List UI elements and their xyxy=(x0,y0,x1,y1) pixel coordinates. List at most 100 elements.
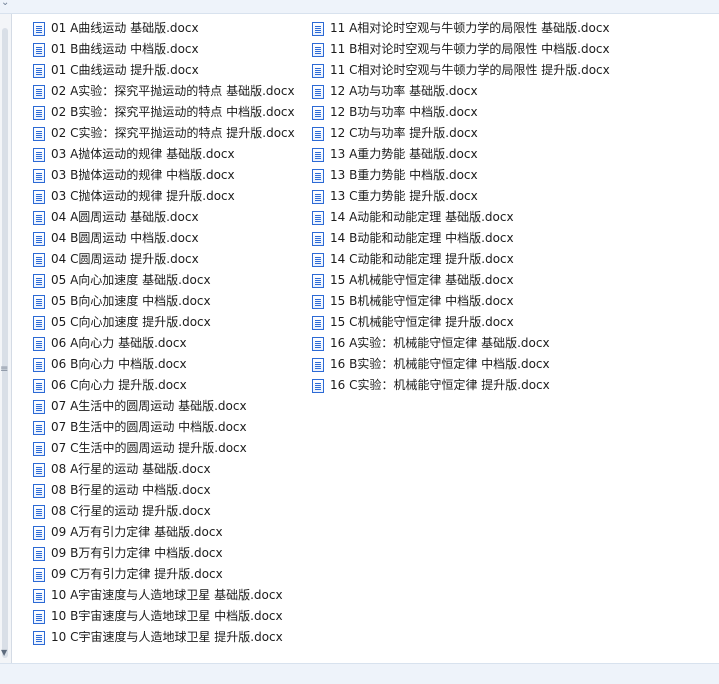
word-document-icon xyxy=(33,63,45,78)
file-name-label: 16 A实验：机械能守恒定律 基础版.docx xyxy=(330,336,550,350)
file-item[interactable]: 16 B实验：机械能守恒定律 中档版.docx xyxy=(312,354,610,375)
file-item[interactable]: 07 A生活中的圆周运动 基础版.docx xyxy=(33,396,295,417)
file-item[interactable]: 11 A相对论时空观与牛顿力学的局限性 基础版.docx xyxy=(312,18,610,39)
file-item[interactable]: 04 A圆周运动 基础版.docx xyxy=(33,207,295,228)
file-name-label: 15 A机械能守恒定律 基础版.docx xyxy=(330,273,514,287)
word-document-icon xyxy=(33,84,45,99)
file-item[interactable]: 01 A曲线运动 基础版.docx xyxy=(33,18,295,39)
file-name-label: 12 A功与功率 基础版.docx xyxy=(330,84,478,98)
scrollbar-thumb[interactable] xyxy=(2,28,8,658)
scroll-down-icon[interactable]: ▼ xyxy=(1,648,7,657)
file-name-label: 09 B万有引力定律 中档版.docx xyxy=(51,546,223,560)
file-name-label: 06 B向心力 中档版.docx xyxy=(51,357,187,371)
file-name-label: 10 C宇宙速度与人造地球卫星 提升版.docx xyxy=(51,630,283,644)
file-item[interactable]: 02 C实验：探究平抛运动的特点 提升版.docx xyxy=(33,123,295,144)
file-item[interactable]: 13 C重力势能 提升版.docx xyxy=(312,186,610,207)
word-document-icon xyxy=(312,273,324,288)
file-name-label: 03 A抛体运动的规律 基础版.docx xyxy=(51,147,235,161)
word-document-icon xyxy=(33,105,45,120)
file-item[interactable]: 05 A向心加速度 基础版.docx xyxy=(33,270,295,291)
file-item[interactable]: 15 C机械能守恒定律 提升版.docx xyxy=(312,312,610,333)
file-item[interactable]: 03 B抛体运动的规律 中档版.docx xyxy=(33,165,295,186)
file-name-label: 10 B宇宙速度与人造地球卫星 中档版.docx xyxy=(51,609,283,623)
file-item[interactable]: 14 B动能和动能定理 中档版.docx xyxy=(312,228,610,249)
file-item[interactable]: 13 A重力势能 基础版.docx xyxy=(312,144,610,165)
file-item[interactable]: 06 B向心力 中档版.docx xyxy=(33,354,295,375)
file-name-label: 13 B重力势能 中档版.docx xyxy=(330,168,478,182)
status-bar xyxy=(0,663,719,684)
word-document-icon xyxy=(33,273,45,288)
file-name-label: 06 A向心力 基础版.docx xyxy=(51,336,187,350)
file-name-label: 04 A圆周运动 基础版.docx xyxy=(51,210,199,224)
file-item[interactable]: 10 C宇宙速度与人造地球卫星 提升版.docx xyxy=(33,627,295,648)
file-name-label: 14 C动能和动能定理 提升版.docx xyxy=(330,252,514,266)
file-item[interactable]: 10 A宇宙速度与人造地球卫星 基础版.docx xyxy=(33,585,295,606)
file-item[interactable]: 02 B实验：探究平抛运动的特点 中档版.docx xyxy=(33,102,295,123)
file-item[interactable]: 15 B机械能守恒定律 中档版.docx xyxy=(312,291,610,312)
file-item[interactable]: 09 C万有引力定律 提升版.docx xyxy=(33,564,295,585)
file-item[interactable]: 03 C抛体运动的规律 提升版.docx xyxy=(33,186,295,207)
file-name-label: 01 C曲线运动 提升版.docx xyxy=(51,63,199,77)
file-item[interactable]: 15 A机械能守恒定律 基础版.docx xyxy=(312,270,610,291)
file-item[interactable]: 01 C曲线运动 提升版.docx xyxy=(33,60,295,81)
word-document-icon xyxy=(312,357,324,372)
file-item[interactable]: 12 B功与功率 中档版.docx xyxy=(312,102,610,123)
file-name-label: 16 C实验：机械能守恒定律 提升版.docx xyxy=(330,378,550,392)
file-item[interactable]: 13 B重力势能 中档版.docx xyxy=(312,165,610,186)
file-name-label: 14 B动能和动能定理 中档版.docx xyxy=(330,231,514,245)
file-item[interactable]: 04 B圆周运动 中档版.docx xyxy=(33,228,295,249)
word-document-icon xyxy=(312,105,324,120)
file-item[interactable]: 14 C动能和动能定理 提升版.docx xyxy=(312,249,610,270)
file-item[interactable]: 03 A抛体运动的规律 基础版.docx xyxy=(33,144,295,165)
file-item[interactable]: 01 B曲线运动 中档版.docx xyxy=(33,39,295,60)
word-document-icon xyxy=(312,294,324,309)
file-name-label: 04 C圆周运动 提升版.docx xyxy=(51,252,199,266)
file-item[interactable]: 16 A实验：机械能守恒定律 基础版.docx xyxy=(312,333,610,354)
file-item[interactable]: 08 C行星的运动 提升版.docx xyxy=(33,501,295,522)
file-name-label: 07 C生活中的圆周运动 提升版.docx xyxy=(51,441,247,455)
file-item[interactable]: 09 B万有引力定律 中档版.docx xyxy=(33,543,295,564)
file-item[interactable]: 12 C功与功率 提升版.docx xyxy=(312,123,610,144)
chevron-down-icon[interactable]: ⌄ xyxy=(1,0,9,8)
word-document-icon xyxy=(33,189,45,204)
file-name-label: 12 B功与功率 中档版.docx xyxy=(330,105,478,119)
word-document-icon xyxy=(312,336,324,351)
vertical-scrollbar[interactable]: ▼ xyxy=(0,14,12,663)
word-document-icon xyxy=(33,42,45,57)
file-item[interactable]: 05 C向心加速度 提升版.docx xyxy=(33,312,295,333)
file-item[interactable]: 06 C向心力 提升版.docx xyxy=(33,375,295,396)
file-item[interactable]: 11 C相对论时空观与牛顿力学的局限性 提升版.docx xyxy=(312,60,610,81)
file-item[interactable]: 09 A万有引力定律 基础版.docx xyxy=(33,522,295,543)
file-item[interactable]: 07 C生活中的圆周运动 提升版.docx xyxy=(33,438,295,459)
file-name-label: 11 B相对论时空观与牛顿力学的局限性 中档版.docx xyxy=(330,42,610,56)
word-document-icon xyxy=(312,126,324,141)
file-item[interactable]: 04 C圆周运动 提升版.docx xyxy=(33,249,295,270)
word-document-icon xyxy=(312,189,324,204)
file-item[interactable]: 16 C实验：机械能守恒定律 提升版.docx xyxy=(312,375,610,396)
file-item[interactable]: 02 A实验：探究平抛运动的特点 基础版.docx xyxy=(33,81,295,102)
word-document-icon xyxy=(312,147,324,162)
file-item[interactable]: 10 B宇宙速度与人造地球卫星 中档版.docx xyxy=(33,606,295,627)
file-item[interactable]: 07 B生活中的圆周运动 中档版.docx xyxy=(33,417,295,438)
file-name-label: 08 B行星的运动 中档版.docx xyxy=(51,483,211,497)
file-name-label: 13 A重力势能 基础版.docx xyxy=(330,147,478,161)
file-name-label: 11 C相对论时空观与牛顿力学的局限性 提升版.docx xyxy=(330,63,610,77)
word-document-icon xyxy=(33,630,45,645)
word-document-icon xyxy=(312,42,324,57)
file-item[interactable]: 11 B相对论时空观与牛顿力学的局限性 中档版.docx xyxy=(312,39,610,60)
file-item[interactable]: 06 A向心力 基础版.docx xyxy=(33,333,295,354)
file-name-label: 06 C向心力 提升版.docx xyxy=(51,378,187,392)
file-item[interactable]: 08 B行星的运动 中档版.docx xyxy=(33,480,295,501)
top-toolbar-strip: ⌄ xyxy=(0,0,719,14)
file-item[interactable]: 05 B向心加速度 中档版.docx xyxy=(33,291,295,312)
word-document-icon xyxy=(33,609,45,624)
file-item[interactable]: 08 A行星的运动 基础版.docx xyxy=(33,459,295,480)
file-item[interactable]: 14 A动能和动能定理 基础版.docx xyxy=(312,207,610,228)
file-item[interactable]: 12 A功与功率 基础版.docx xyxy=(312,81,610,102)
word-document-icon xyxy=(33,504,45,519)
file-name-label: 08 C行星的运动 提升版.docx xyxy=(51,504,211,518)
file-name-label: 01 B曲线运动 中档版.docx xyxy=(51,42,199,56)
word-document-icon xyxy=(33,126,45,141)
word-document-icon xyxy=(312,231,324,246)
resize-grip-icon[interactable]: ≡ xyxy=(0,364,8,375)
